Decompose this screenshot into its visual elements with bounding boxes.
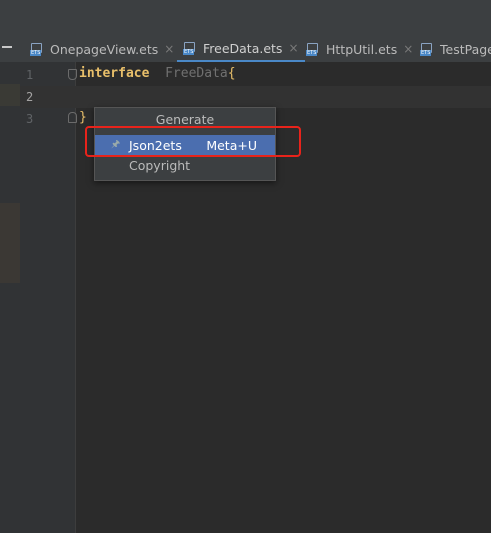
menu-item-label: Copyright bbox=[129, 157, 191, 173]
close-icon[interactable]: × bbox=[403, 42, 413, 56]
line-number: 1 bbox=[26, 68, 34, 82]
tab-onepageview[interactable]: OnepageView.ets × bbox=[30, 36, 174, 62]
left-strip-panel bbox=[0, 203, 20, 283]
popup-title: Generate bbox=[155, 112, 215, 127]
line-number: 2 bbox=[26, 90, 34, 104]
line-number-gutter bbox=[20, 62, 76, 533]
fold-icon[interactable] bbox=[68, 69, 77, 80]
tab-testpage[interactable]: TestPage bbox=[420, 36, 491, 62]
close-icon[interactable]: × bbox=[288, 41, 298, 55]
current-line-highlight bbox=[20, 86, 491, 108]
close-icon[interactable]: × bbox=[164, 42, 174, 56]
ets-file-icon bbox=[306, 42, 320, 56]
fold-icon[interactable] bbox=[68, 112, 77, 123]
top-toolbar bbox=[0, 0, 491, 37]
code-identifier: FreeData bbox=[165, 66, 228, 81]
line-number: 3 bbox=[26, 112, 34, 126]
tab-label: FreeData.ets bbox=[203, 40, 283, 56]
ets-file-icon bbox=[420, 42, 434, 56]
collapse-icon[interactable] bbox=[2, 46, 12, 48]
annotation-highlight-box bbox=[85, 126, 301, 157]
tab-label: OnepageView.ets bbox=[50, 41, 159, 57]
code-brace: { bbox=[227, 66, 236, 81]
tab-httputil[interactable]: HttpUtil.ets × bbox=[306, 36, 413, 62]
left-tool-strip bbox=[0, 62, 20, 533]
tab-freedata[interactable]: FreeData.ets × bbox=[177, 36, 305, 62]
ets-file-icon bbox=[30, 42, 44, 56]
ets-file-icon bbox=[183, 41, 197, 55]
tab-label: HttpUtil.ets bbox=[326, 41, 398, 57]
left-strip-highlight bbox=[0, 84, 20, 106]
code-line-3: } bbox=[79, 110, 87, 125]
tab-label: TestPage bbox=[440, 41, 491, 57]
code-keyword: interface bbox=[79, 66, 150, 81]
menu-item-copyright[interactable]: Copyright bbox=[95, 155, 275, 175]
code-line-1: interface FreeData{ bbox=[79, 66, 236, 81]
